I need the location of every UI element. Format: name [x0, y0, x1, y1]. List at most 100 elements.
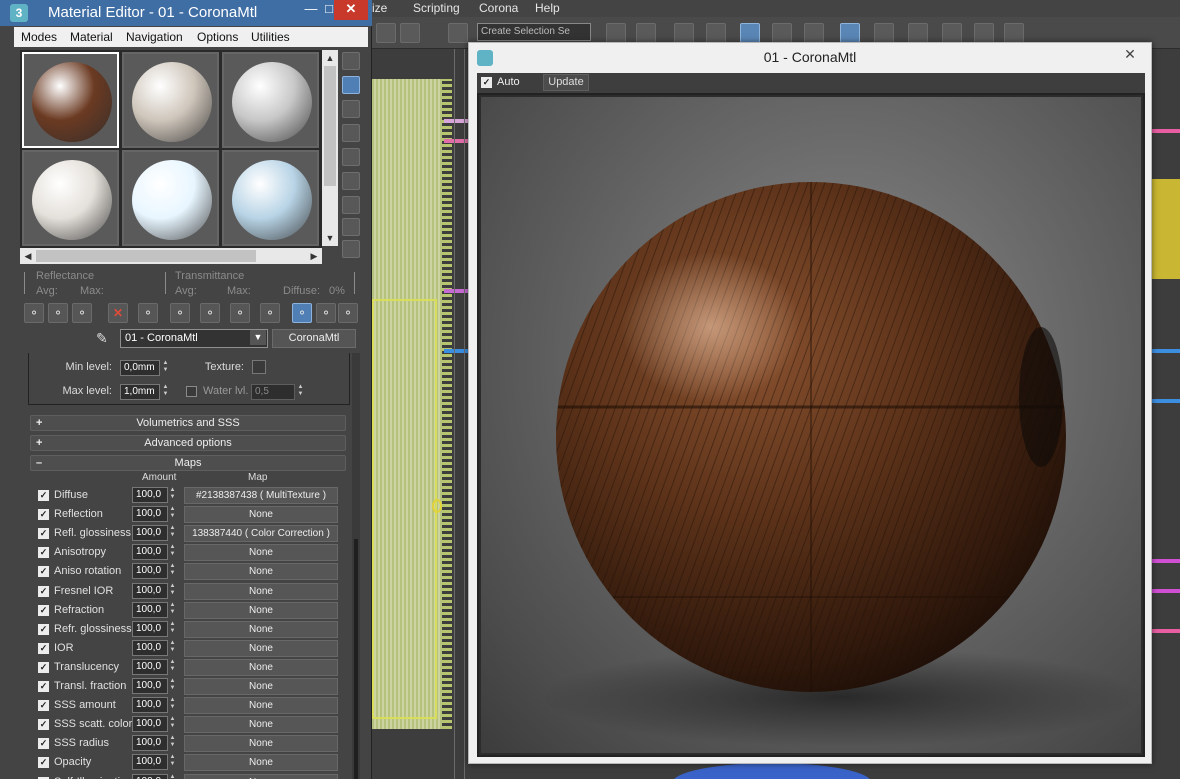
spinner-arrows-icon[interactable]: ▲▼ [168, 602, 177, 618]
render-production-icon[interactable] [942, 23, 962, 43]
rollout-advanced-options[interactable]: + Advanced options [30, 435, 346, 451]
map-slot-button[interactable]: None [184, 697, 338, 715]
map-slot-button[interactable]: None [184, 735, 338, 753]
spinner-arrows-icon[interactable]: ▲▼ [168, 525, 177, 541]
menu-item-help[interactable]: Help [535, 1, 560, 15]
align-icon[interactable] [636, 23, 656, 43]
sample-slot[interactable] [22, 52, 119, 148]
edit-named-sets-icon[interactable] [448, 23, 468, 43]
map-enable-checkbox[interactable]: ✓ [38, 700, 49, 712]
options-icon[interactable] [342, 196, 360, 214]
material-id-channel-icon[interactable]: ⚬ [200, 303, 220, 323]
pick-from-object-icon[interactable]: ⚬ [338, 303, 358, 323]
maximize-button[interactable]: □ [324, 0, 334, 20]
go-forward-sibling-icon[interactable]: ⚬ [316, 303, 336, 323]
material-editor-titlebar[interactable]: 3 Material Editor - 01 - CoronaMtl — □ ✕ [0, 0, 372, 26]
scrollbar-thumb[interactable] [324, 66, 336, 186]
map-enable-checkbox[interactable]: ✓ [38, 738, 49, 750]
video-color-check-icon[interactable] [342, 148, 360, 166]
auto-update-checkbox[interactable]: ✓ [481, 77, 492, 88]
map-slot-button[interactable]: None [184, 678, 338, 695]
reset-map-icon[interactable]: ✕ [108, 303, 128, 323]
schematic-view-icon[interactable] [804, 23, 824, 43]
map-amount-spinner[interactable]: 100,0 [132, 525, 168, 542]
spinner-arrows-icon[interactable]: ▲▼ [168, 506, 177, 522]
spinner-arrows-icon[interactable]: ▲▼ [168, 544, 177, 560]
sample-slot[interactable] [122, 150, 219, 246]
map-slot-button[interactable]: None [184, 544, 338, 562]
spinner-arrows-icon[interactable]: ▲▼ [168, 640, 177, 656]
map-amount-spinner[interactable]: 100,0 [132, 678, 168, 694]
render-iterative-icon[interactable] [974, 23, 994, 43]
spinner-arrows-icon[interactable]: ▲▼ [168, 678, 177, 694]
map-enable-checkbox[interactable]: ✓ [38, 566, 49, 578]
map-amount-spinner[interactable]: 100,0 [132, 639, 168, 656]
sample-vertical-scrollbar[interactable]: ▲ ▼ [322, 50, 338, 246]
map-amount-spinner[interactable]: 100,0 [132, 735, 168, 752]
map-enable-checkbox[interactable]: ✓ [38, 585, 49, 597]
map-slot-button[interactable]: None [184, 582, 338, 600]
menu-item-corona[interactable]: Corona [479, 1, 518, 15]
layer-manager-icon[interactable] [674, 23, 694, 43]
material-map-navigator-icon[interactable] [342, 240, 360, 258]
rendered-frame-icon[interactable] [908, 23, 928, 43]
snap-spinner-icon[interactable] [400, 23, 420, 43]
sample-uv-tiling-icon[interactable] [342, 124, 360, 142]
menu-item-customize[interactable]: ize [372, 1, 387, 15]
menu-utilities[interactable]: Utilities [251, 30, 290, 44]
put-material-to-scene-icon[interactable]: ⚬ [48, 303, 68, 323]
map-slot-button[interactable]: 138387440 ( Color Correction ) [184, 525, 338, 543]
map-enable-checkbox[interactable]: ✓ [38, 547, 49, 559]
eyedropper-icon[interactable]: ✎ [96, 330, 112, 346]
map-slot-button[interactable]: None [184, 601, 338, 619]
map-amount-spinner[interactable]: 100,0 [132, 716, 168, 733]
spinner-arrows-icon[interactable]: ▲▼ [168, 563, 177, 579]
assign-material-icon[interactable]: ⚬ [72, 303, 92, 323]
menu-modes[interactable]: Modes [21, 30, 57, 44]
map-enable-checkbox[interactable]: ✓ [38, 681, 49, 692]
scrollbar-thumb[interactable] [354, 539, 358, 779]
background-checker-icon[interactable] [342, 100, 360, 118]
scrollbar-thumb[interactable] [36, 250, 256, 262]
scroll-left-icon[interactable]: ◀ [21, 249, 35, 263]
scene-explorer-icon[interactable] [706, 23, 726, 43]
map-enable-checkbox[interactable]: ✓ [38, 661, 49, 673]
map-amount-spinner[interactable]: 100,0 [132, 563, 168, 580]
make-unique-icon[interactable]: ⚬ [138, 303, 158, 323]
menu-material[interactable]: Material [70, 30, 113, 44]
map-amount-spinner[interactable]: 100,0 [132, 544, 168, 561]
spinner-arrows-icon[interactable]: ▲▼ [168, 754, 177, 770]
map-slot-button[interactable]: None [184, 563, 338, 581]
mirror-icon[interactable] [606, 23, 626, 43]
sample-type-icon[interactable] [342, 52, 360, 70]
map-slot-button[interactable]: #2138387438 ( MultiTexture ) [184, 487, 338, 504]
selection-set-dropdown[interactable]: Create Selection Se [477, 23, 591, 41]
select-by-material-icon[interactable] [342, 218, 360, 236]
map-amount-spinner[interactable]: 100,0 [132, 754, 168, 771]
sample-horizontal-scrollbar[interactable]: ◀ ▶ [20, 248, 322, 264]
show-shaded-map-icon[interactable]: ⚬ [230, 303, 250, 323]
ribbon-icon[interactable] [740, 23, 760, 43]
spinner-arrows-icon[interactable]: ▲▼ [168, 583, 177, 599]
map-amount-spinner[interactable]: 100,0 [132, 582, 168, 599]
map-enable-checkbox[interactable]: ✓ [38, 623, 49, 635]
spinner-arrows-icon[interactable]: ▲▼ [168, 659, 177, 675]
map-slot-button[interactable]: None [184, 658, 338, 676]
scroll-down-icon[interactable]: ▼ [323, 231, 337, 245]
put-to-library-icon[interactable]: ⚬ [170, 303, 190, 323]
sample-slot[interactable] [222, 52, 319, 148]
map-amount-spinner[interactable]: 100,0 [132, 773, 168, 779]
spinner-arrows-icon[interactable]: ▲▼ [168, 487, 177, 503]
sample-slot[interactable] [122, 52, 219, 148]
spinner-arrows-icon[interactable]: ▲▼ [168, 774, 177, 779]
make-preview-icon[interactable] [342, 172, 360, 190]
map-enable-checkbox[interactable]: ✓ [38, 509, 49, 521]
map-slot-button[interactable]: None [184, 620, 338, 638]
rollout-volumetrics-and-sss[interactable]: + Volumetrics and SSS [30, 415, 346, 431]
parameters-scrollbar[interactable] [352, 353, 360, 779]
rollout-maps[interactable]: – Maps [30, 455, 346, 471]
go-to-parent-icon[interactable]: ⚬ [292, 303, 312, 323]
menu-options[interactable]: Options [197, 30, 238, 44]
spinner-arrows-icon[interactable]: ▲▼ [296, 384, 305, 400]
material-name-field[interactable]: 01 - CoronaMtl [120, 329, 268, 348]
